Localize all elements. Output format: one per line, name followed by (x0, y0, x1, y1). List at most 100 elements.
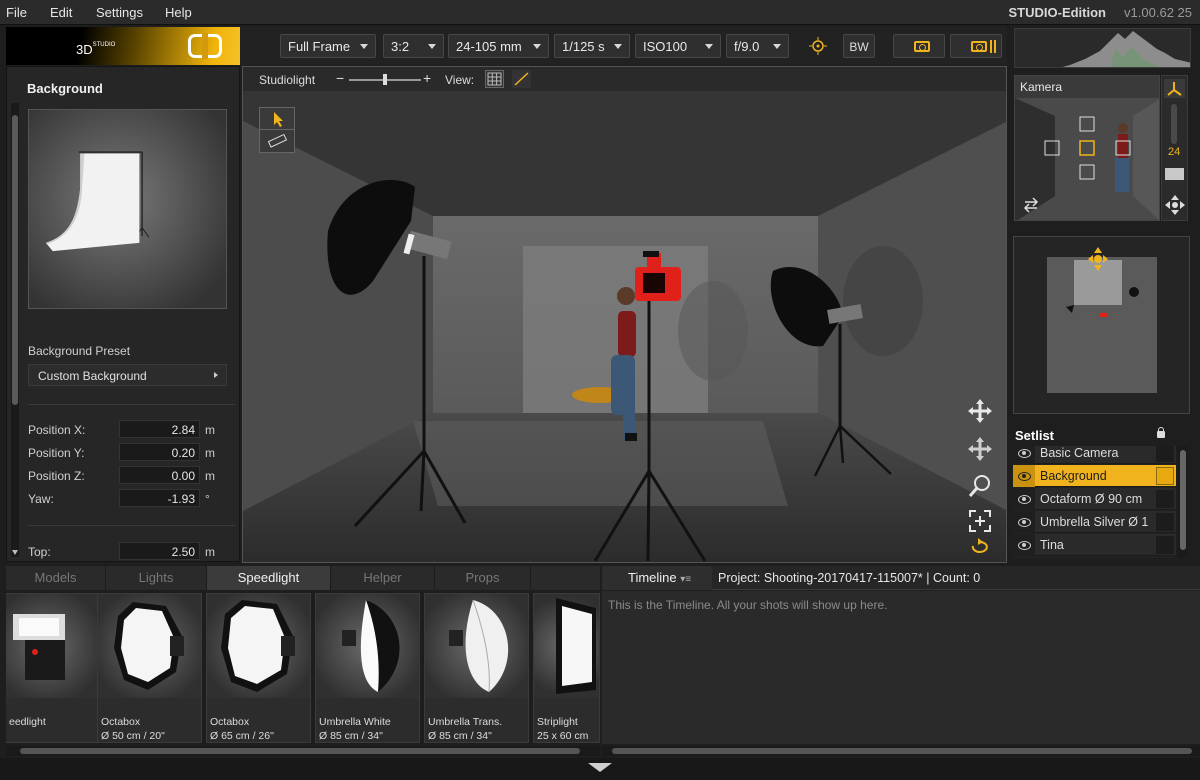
menu-bar: File Edit Settings Help STUDIO-Edition v… (0, 0, 1200, 25)
axis-icon (1167, 82, 1182, 96)
aperture-dropdown[interactable]: f/9.0 (726, 34, 789, 58)
logo-mark-icon (188, 33, 222, 59)
camera-view-button[interactable] (1164, 79, 1185, 98)
yaw-input[interactable]: -1.93 (119, 489, 200, 507)
orbit-icon[interactable] (1164, 194, 1186, 216)
panel-scrollbar[interactable] (11, 103, 19, 557)
octabox-thumbnail (207, 594, 310, 698)
library-item[interactable]: Umbrella White Ø 85 cm / 34" (315, 593, 420, 743)
lock-icon[interactable] (1157, 427, 1165, 438)
grid-view-button[interactable] (485, 70, 504, 88)
shoot-button[interactable] (893, 34, 945, 58)
library-item-name: Striplight (537, 716, 578, 728)
library-item-size: Ø 50 cm / 20" (101, 730, 165, 742)
histogram (1014, 28, 1191, 68)
zoom-handle[interactable] (1165, 168, 1184, 180)
properties-panel: Background Background Preset Custom Back… (6, 66, 240, 562)
menu-help[interactable]: Help (165, 5, 192, 20)
top-view-map[interactable] (1013, 236, 1190, 414)
library-tabs: Models Lights Speedlight Helper Props (6, 566, 600, 590)
tab-helper[interactable]: Helper (331, 566, 435, 590)
setlist-item[interactable]: Tina (1013, 534, 1176, 556)
burst-shoot-button[interactable] (950, 34, 1002, 58)
view-label: View: (445, 73, 475, 87)
setlist-item-label: Umbrella Silver Ø 1 (1040, 515, 1148, 529)
top-input[interactable]: 2.50 (119, 542, 200, 560)
speedlight-thumbnail (6, 594, 98, 698)
setlist-item-toggle[interactable] (1156, 490, 1174, 508)
bw-button[interactable]: BW (843, 34, 875, 58)
setlist-item[interactable]: Basic Camera (1013, 446, 1176, 464)
zoom-slider[interactable] (1171, 104, 1177, 144)
setlist-item-toggle[interactable] (1156, 446, 1174, 462)
studio-viewport[interactable]: Studiolight − + View: (242, 66, 1007, 563)
octabox-thumbnail (98, 594, 201, 698)
timeline-body[interactable]: This is the Timeline. All your shots wil… (602, 591, 1200, 744)
position-x-input[interactable]: 2.84 (119, 420, 200, 438)
camera-preview[interactable]: Kamera (1014, 75, 1160, 221)
menu-file[interactable]: File (6, 5, 27, 20)
app-logo: 3DSTUDIO (6, 27, 240, 65)
move-icon[interactable] (965, 397, 995, 425)
preset-dropdown[interactable]: Custom Background (28, 364, 227, 386)
menu-edit[interactable]: Edit (50, 5, 72, 20)
grid-icon (487, 72, 502, 86)
setlist-item-toggle[interactable] (1156, 467, 1174, 485)
studiolight-increase-button[interactable]: + (423, 70, 431, 86)
eye-icon[interactable] (1013, 488, 1035, 510)
tab-models[interactable]: Models (6, 566, 106, 590)
select-tool-button[interactable] (260, 108, 294, 130)
measure-tool-button[interactable] (260, 130, 294, 152)
cursor-icon (274, 112, 283, 127)
unit-label: m (205, 446, 215, 460)
eye-icon[interactable] (1013, 534, 1035, 556)
tab-lights[interactable]: Lights (106, 566, 207, 590)
library-item[interactable]: Octabox Ø 50 cm / 20" (97, 593, 202, 743)
frame-icon[interactable] (965, 507, 995, 535)
shutter-dropdown[interactable]: 1/125 s (554, 34, 630, 58)
field-label: Top: (28, 545, 51, 559)
lens-dropdown[interactable]: 24-105 mm (448, 34, 549, 58)
zoom-icon[interactable] (965, 472, 995, 500)
menu-settings[interactable]: Settings (96, 5, 143, 20)
library-item-name: Octabox (101, 716, 141, 728)
iso-dropdown[interactable]: ISO100 (635, 34, 721, 58)
ratio-dropdown[interactable]: 3:2 (383, 34, 444, 58)
library-item[interactable]: eedlight (6, 593, 99, 743)
camera-burst-icon (971, 41, 987, 52)
setlist-scrollbar[interactable] (1178, 446, 1188, 558)
timeline-empty-message: This is the Timeline. All your shots wil… (608, 598, 888, 612)
collapse-panel-icon[interactable] (588, 763, 612, 772)
library-item-size: Ø 85 cm / 34" (319, 730, 383, 742)
library-item[interactable]: Striplight 25 x 60 cm (533, 593, 600, 743)
setlist-item[interactable]: Octaform Ø 90 cm (1013, 488, 1176, 510)
setlist-item[interactable]: Umbrella Silver Ø 1 (1013, 511, 1176, 533)
setlist-item-toggle[interactable] (1156, 536, 1174, 554)
library-item-size: 25 x 60 cm (537, 730, 589, 742)
eye-icon[interactable] (1013, 465, 1035, 487)
studiolight-label: Studiolight (259, 73, 316, 87)
focus-button[interactable] (802, 34, 834, 58)
menu-icon: ▾≡ (680, 574, 692, 585)
studiolight-decrease-button[interactable]: − (336, 70, 344, 86)
timeline-scrollbar[interactable] (602, 746, 1200, 756)
setlist-item[interactable]: Background (1013, 465, 1176, 487)
setlist-item-toggle[interactable] (1156, 513, 1174, 531)
guide-line-button[interactable] (512, 70, 531, 88)
library-item[interactable]: Octabox Ø 65 cm / 26" (206, 593, 311, 743)
tab-speedlight[interactable]: Speedlight (207, 566, 331, 590)
timeline-tab[interactable]: Timeline ▾≡ (602, 566, 712, 590)
position-z-input[interactable]: 0.00 (119, 466, 200, 484)
library-scrollbar[interactable] (6, 746, 600, 756)
sensor-dropdown[interactable]: Full Frame (280, 34, 376, 58)
position-y-input[interactable]: 0.20 (119, 443, 200, 461)
eye-icon[interactable] (1013, 511, 1035, 533)
pan-icon[interactable] (965, 435, 995, 463)
tab-props[interactable]: Props (435, 566, 531, 590)
library-item[interactable]: Umbrella Trans. Ø 85 cm / 34" (424, 593, 529, 743)
rotate-icon[interactable] (965, 537, 995, 563)
focus-icon (809, 37, 827, 55)
eye-icon[interactable] (1013, 446, 1035, 464)
studiolight-slider[interactable] (349, 74, 421, 85)
umbrella-translucent-thumbnail (425, 594, 528, 698)
